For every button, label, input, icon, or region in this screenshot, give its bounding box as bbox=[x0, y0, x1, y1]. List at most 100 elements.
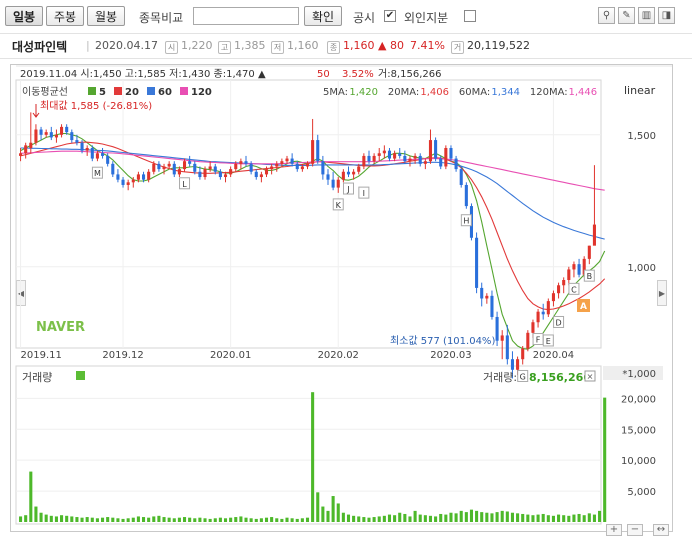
volume-bar bbox=[531, 515, 535, 522]
max-value-label: 최대값 1,585 (-26.81%) bbox=[40, 100, 152, 112]
volume-bar bbox=[126, 518, 130, 522]
candle-body bbox=[500, 335, 504, 341]
ma-value-label: 60MA: bbox=[459, 87, 490, 98]
min-value-label: 최소값 577 (101.04%) bbox=[390, 335, 495, 347]
volume-bar bbox=[95, 518, 99, 522]
volume-bar bbox=[29, 471, 33, 522]
volume-bar bbox=[377, 516, 381, 522]
volume-bar bbox=[141, 517, 146, 522]
candle-body bbox=[413, 155, 417, 159]
candle-body bbox=[393, 153, 397, 159]
volume-title: 거래량 bbox=[22, 371, 52, 384]
volume-bar bbox=[229, 517, 233, 522]
volume-bar bbox=[193, 518, 197, 522]
volume-bar bbox=[131, 517, 135, 522]
price-tick-label: 1,000 bbox=[627, 263, 656, 274]
candle-body bbox=[546, 301, 550, 315]
candle-body bbox=[70, 132, 74, 141]
candle-body bbox=[90, 148, 94, 159]
event-marker-label: G bbox=[520, 372, 526, 381]
volume-bar bbox=[54, 516, 58, 522]
ma-legend-swatch bbox=[180, 87, 188, 95]
volume-bar bbox=[495, 512, 499, 522]
ma-legend-swatch bbox=[147, 87, 155, 95]
ma-value-label: 120MA: bbox=[530, 87, 568, 98]
volume-bar bbox=[464, 512, 468, 522]
volume-bar bbox=[101, 517, 105, 522]
volume-bar bbox=[336, 503, 340, 522]
candle-body bbox=[49, 132, 53, 138]
reset-button[interactable]: ↔ bbox=[653, 524, 669, 536]
candle-body bbox=[439, 158, 443, 167]
volume-bar bbox=[439, 513, 443, 522]
ma-legend: 5 20 60 120 bbox=[88, 87, 212, 98]
volume-bar bbox=[136, 516, 140, 522]
candle-body bbox=[188, 161, 192, 164]
scale-label[interactable]: linear bbox=[624, 84, 656, 97]
ma-title: 이동평균선 bbox=[22, 86, 68, 98]
ma-value: 1,344 bbox=[491, 87, 520, 98]
candle-body bbox=[557, 285, 561, 294]
candle-body bbox=[131, 179, 135, 183]
volume-bar bbox=[393, 515, 397, 522]
zoom-in-button[interactable]: + bbox=[606, 524, 622, 536]
event-marker-label: D bbox=[555, 318, 561, 327]
volume-bar bbox=[505, 511, 509, 522]
volume-bar bbox=[80, 517, 84, 522]
date-tick-label: 2020.04 bbox=[533, 350, 574, 361]
volume-bar bbox=[592, 514, 596, 522]
volume-bar bbox=[24, 515, 28, 522]
candle-body bbox=[239, 161, 243, 164]
volume-bar bbox=[536, 514, 540, 522]
candle-body bbox=[198, 171, 202, 178]
ma-values: 5MA: 1,420 20MA: 1,406 60MA: 1,344 120MA: 1,446 bbox=[323, 87, 597, 98]
volume-bar bbox=[75, 517, 79, 522]
volume-bar bbox=[346, 514, 351, 522]
hover-change-pct: 3.52% bbox=[342, 69, 374, 80]
volume-bar bbox=[454, 513, 458, 522]
ma-value-label: 20MA: bbox=[388, 87, 419, 98]
volume-bar bbox=[480, 512, 484, 522]
candle-body bbox=[126, 182, 130, 185]
volume-bar bbox=[106, 517, 110, 522]
volume-bar bbox=[418, 514, 422, 522]
volume-legend-swatch bbox=[76, 371, 85, 380]
volume-bar bbox=[546, 515, 550, 522]
candle-body bbox=[39, 129, 43, 135]
ma-value-label: 5MA: bbox=[323, 87, 348, 98]
volume-bar bbox=[285, 517, 289, 522]
event-marker-label: H bbox=[463, 217, 469, 226]
volume-bar bbox=[387, 514, 392, 522]
volume-bar bbox=[39, 512, 43, 522]
candle-body bbox=[423, 161, 427, 164]
candle-body bbox=[95, 153, 99, 159]
volume-bar bbox=[582, 515, 586, 522]
candle-body bbox=[141, 174, 146, 180]
candle-body bbox=[362, 155, 366, 167]
candle-body bbox=[223, 174, 228, 178]
volume-bar bbox=[341, 512, 345, 522]
candle-body bbox=[24, 145, 28, 154]
candle-body bbox=[136, 174, 140, 180]
candle-body bbox=[300, 166, 304, 170]
candle-body bbox=[418, 155, 422, 164]
event-marker-label: B bbox=[587, 272, 593, 281]
candle-body bbox=[490, 295, 494, 317]
volume-bar bbox=[208, 518, 212, 522]
volume-value-label: 거래량: bbox=[483, 371, 517, 384]
volume-bar bbox=[177, 517, 181, 522]
candle-body bbox=[111, 163, 115, 175]
candle-body bbox=[505, 335, 509, 360]
volume-bar bbox=[311, 392, 315, 522]
candle-body bbox=[54, 134, 58, 138]
volume-tick-label: 10,000 bbox=[621, 456, 656, 467]
date-tick-label: 2020.01 bbox=[210, 350, 251, 361]
candle-body bbox=[229, 169, 233, 175]
candle-body bbox=[495, 316, 499, 341]
zoom-out-button[interactable]: − bbox=[627, 524, 643, 536]
volume-bar bbox=[331, 496, 335, 522]
volume-bar bbox=[234, 517, 238, 522]
volume-bar bbox=[485, 512, 489, 522]
candle-body bbox=[254, 171, 258, 178]
volume-bar bbox=[60, 515, 64, 522]
